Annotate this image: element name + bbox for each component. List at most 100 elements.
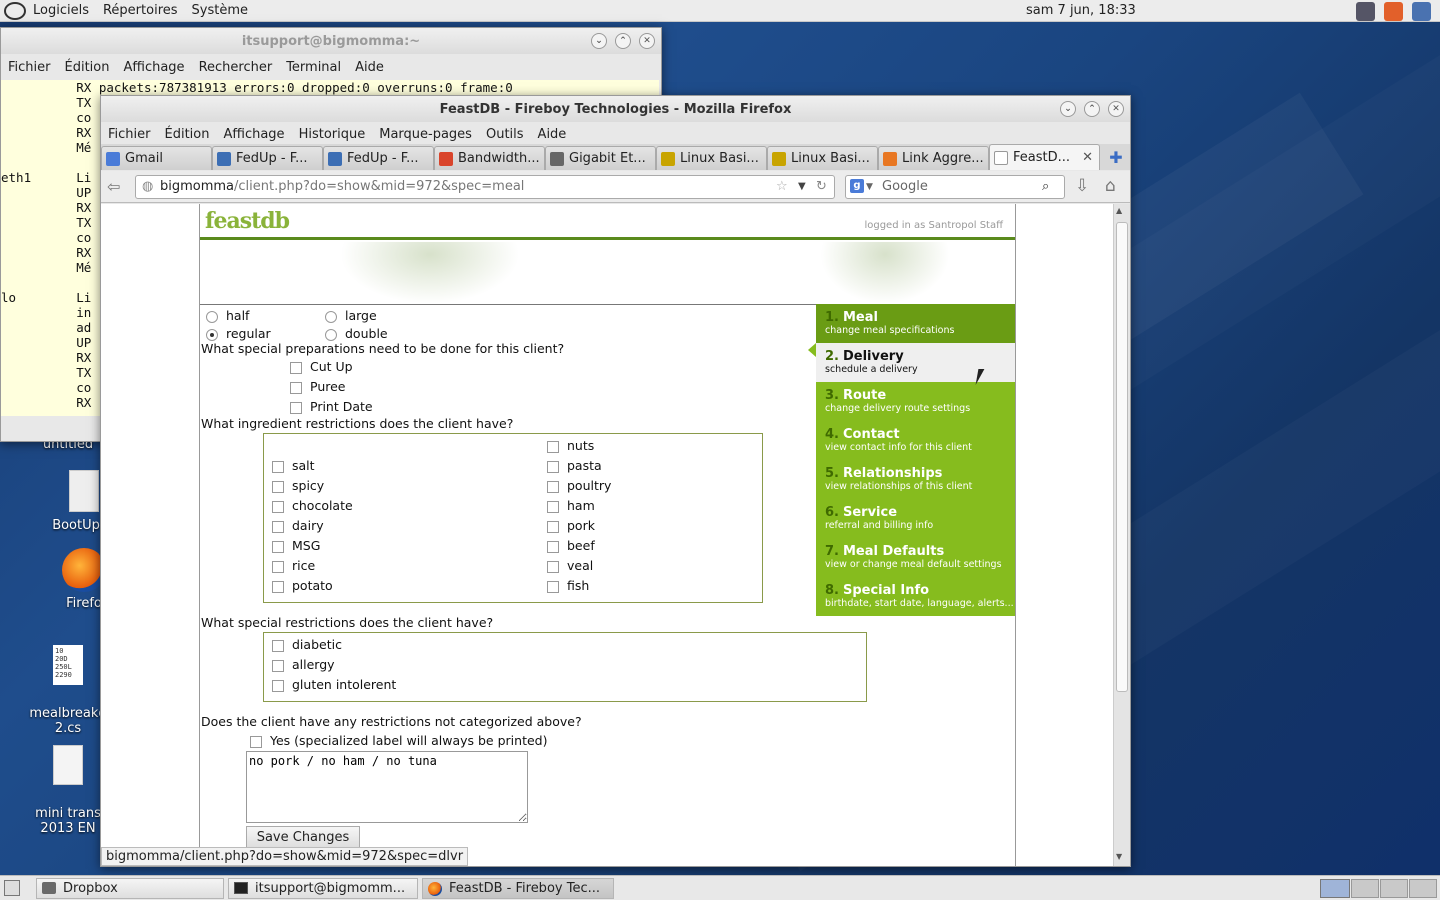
scroll-up-icon[interactable]: ▲ bbox=[1116, 206, 1122, 215]
close-icon[interactable]: ✕ bbox=[639, 33, 655, 49]
tab-wikipedia[interactable]: Gigabit Et... bbox=[545, 146, 656, 170]
update-alert-icon[interactable] bbox=[1384, 2, 1403, 21]
tab-bandwidth[interactable]: Bandwidth... bbox=[434, 146, 545, 170]
checkbox[interactable] bbox=[290, 361, 302, 374]
radio-button-selected[interactable] bbox=[206, 328, 218, 341]
nav-item-relationships[interactable]: 5. Relationships view relationships of thi… bbox=[816, 460, 1015, 499]
bookmark-star-icon[interactable]: ☆ bbox=[776, 176, 788, 198]
url-bar[interactable]: ◍ bigmomma/client.php?do=show&mid=972&sp… bbox=[135, 175, 835, 199]
workspace-1[interactable] bbox=[1320, 879, 1350, 898]
checkbox[interactable] bbox=[250, 735, 262, 748]
checkbox[interactable] bbox=[547, 440, 559, 453]
checkbox-option[interactable]: MSG bbox=[272, 538, 353, 558]
checkbox-option[interactable]: salt bbox=[272, 458, 353, 478]
other-restrictions-checkbox[interactable]: Yes (specialized label will always be pr… bbox=[250, 733, 547, 748]
workspace-4[interactable] bbox=[1409, 879, 1437, 898]
checkbox-option[interactable]: poultry bbox=[547, 478, 611, 498]
nav-item-service[interactable]: 6. Service referral and billing info bbox=[816, 499, 1015, 538]
checkbox[interactable] bbox=[272, 580, 284, 593]
nav-item-contact[interactable]: 4. Contact view contact info for this clie… bbox=[816, 421, 1015, 460]
radio-half[interactable]: half bbox=[206, 308, 249, 323]
tab-linux[interactable]: Linux Basi... bbox=[656, 146, 767, 170]
new-tab-icon[interactable]: ✚ bbox=[1106, 148, 1126, 168]
checkbox[interactable] bbox=[547, 520, 559, 533]
radio-button[interactable] bbox=[206, 310, 218, 323]
checkbox-option[interactable]: dairy bbox=[272, 518, 353, 538]
checkbox-option[interactable]: gluten intolerent bbox=[272, 677, 396, 697]
checkbox-option[interactable]: pasta bbox=[547, 458, 611, 478]
checkbox[interactable] bbox=[272, 560, 284, 573]
checkbox-option[interactable]: veal bbox=[547, 558, 611, 578]
checkbox[interactable] bbox=[272, 520, 284, 533]
show-desktop-icon[interactable] bbox=[4, 880, 20, 896]
site-identity-icon[interactable]: ◍ bbox=[142, 176, 153, 198]
checkbox[interactable] bbox=[272, 639, 284, 652]
firefox-window[interactable]: FeastDB - Fireboy Technologies - Mozilla… bbox=[100, 95, 1131, 867]
checkbox[interactable] bbox=[547, 500, 559, 513]
menu-terminal[interactable]: Terminal bbox=[279, 60, 348, 75]
nav-item-delivery[interactable]: 2. Delivery schedule a delivery bbox=[816, 343, 1015, 382]
taskbar-item-firefox[interactable]: FeastDB - Fireboy Tec... bbox=[422, 878, 614, 899]
printer-icon[interactable] bbox=[1356, 2, 1375, 21]
radio-large[interactable]: large bbox=[325, 308, 377, 323]
checkbox[interactable] bbox=[547, 580, 559, 593]
menu-tools[interactable]: Outils bbox=[479, 127, 531, 142]
taskbar-item-dropbox[interactable]: Dropbox bbox=[36, 878, 224, 899]
checkbox-option[interactable]: chocolate bbox=[272, 498, 353, 518]
nav-item-special-info[interactable]: 8. Special Info birthdate, start date, lan… bbox=[816, 577, 1015, 616]
firefox-titlebar[interactable]: FeastDB - Fireboy Technologies - Mozilla… bbox=[101, 96, 1130, 122]
menu-view[interactable]: Affichage bbox=[216, 127, 291, 142]
network-icon[interactable] bbox=[1412, 2, 1431, 21]
checkbox-option[interactable]: diabetic bbox=[272, 637, 396, 657]
menu-history[interactable]: Historique bbox=[292, 127, 373, 142]
checkbox-option[interactable]: rice bbox=[272, 558, 353, 578]
checkbox-option[interactable]: nuts bbox=[547, 438, 611, 458]
nav-item-route[interactable]: 3. Route change delivery route settings bbox=[816, 382, 1015, 421]
workspace-3[interactable] bbox=[1380, 879, 1408, 898]
checkbox-option[interactable]: ham bbox=[547, 498, 611, 518]
search-engine-dropdown-icon[interactable]: ▼ bbox=[866, 176, 873, 198]
checkbox[interactable] bbox=[272, 500, 284, 513]
tab-blank-page[interactable]: FeastD... ✕ bbox=[989, 144, 1100, 170]
nav-item-meal-defaults[interactable]: 7. Meal Defaults view or change meal defau… bbox=[816, 538, 1015, 577]
checkbox[interactable] bbox=[547, 560, 559, 573]
checkbox-option[interactable]: fish bbox=[547, 578, 611, 598]
checkbox-option[interactable]: Puree bbox=[290, 379, 373, 399]
search-icon[interactable]: ⌕ bbox=[1042, 176, 1049, 198]
save-changes-button[interactable]: Save Changes bbox=[246, 826, 360, 848]
tab-fedora[interactable]: FedUp - F... bbox=[212, 146, 323, 170]
checkbox-option[interactable]: potato bbox=[272, 578, 353, 598]
google-icon[interactable]: g bbox=[850, 179, 864, 193]
checkbox[interactable] bbox=[272, 659, 284, 672]
radio-double[interactable]: double bbox=[325, 326, 388, 341]
nav-item-meal[interactable]: 1. Meal change meal specifications bbox=[816, 304, 1015, 343]
radio-button[interactable] bbox=[325, 310, 337, 323]
menu-system[interactable]: Système bbox=[185, 0, 255, 22]
close-tab-icon[interactable]: ✕ bbox=[1082, 150, 1093, 165]
menu-edit[interactable]: Édition bbox=[158, 127, 217, 142]
scroll-down-icon[interactable]: ▼ bbox=[1116, 852, 1122, 861]
checkbox[interactable] bbox=[272, 540, 284, 553]
checkbox[interactable] bbox=[547, 480, 559, 493]
menu-view[interactable]: Affichage bbox=[116, 60, 191, 75]
menu-edit[interactable]: Édition bbox=[58, 60, 117, 75]
distro-logo-icon[interactable] bbox=[4, 1, 26, 20]
menu-file[interactable]: Fichier bbox=[101, 127, 158, 142]
tab-fedora[interactable]: FedUp - F... bbox=[323, 146, 434, 170]
minimize-icon[interactable]: ⌄ bbox=[591, 33, 607, 49]
checkbox[interactable] bbox=[272, 460, 284, 473]
tab-stackexchange[interactable]: Link Aggre... bbox=[878, 146, 989, 170]
tab-google[interactable]: Gmail bbox=[101, 146, 212, 170]
menu-bookmarks[interactable]: Marque-pages bbox=[372, 127, 479, 142]
menu-search[interactable]: Rechercher bbox=[192, 60, 280, 75]
checkbox[interactable] bbox=[547, 460, 559, 473]
checkbox-option[interactable]: pork bbox=[547, 518, 611, 538]
checkbox-option[interactable]: spicy bbox=[272, 478, 353, 498]
downloads-icon[interactable]: ⇩ bbox=[1075, 176, 1089, 196]
checkbox[interactable] bbox=[290, 401, 302, 414]
menu-applications[interactable]: Logiciels bbox=[26, 0, 96, 22]
checkbox-option[interactable]: allergy bbox=[272, 657, 396, 677]
menu-help[interactable]: Aide bbox=[348, 60, 391, 75]
search-box[interactable]: g ▼ Google ⌕ bbox=[845, 175, 1065, 199]
checkbox-option[interactable]: Cut Up bbox=[290, 359, 373, 379]
